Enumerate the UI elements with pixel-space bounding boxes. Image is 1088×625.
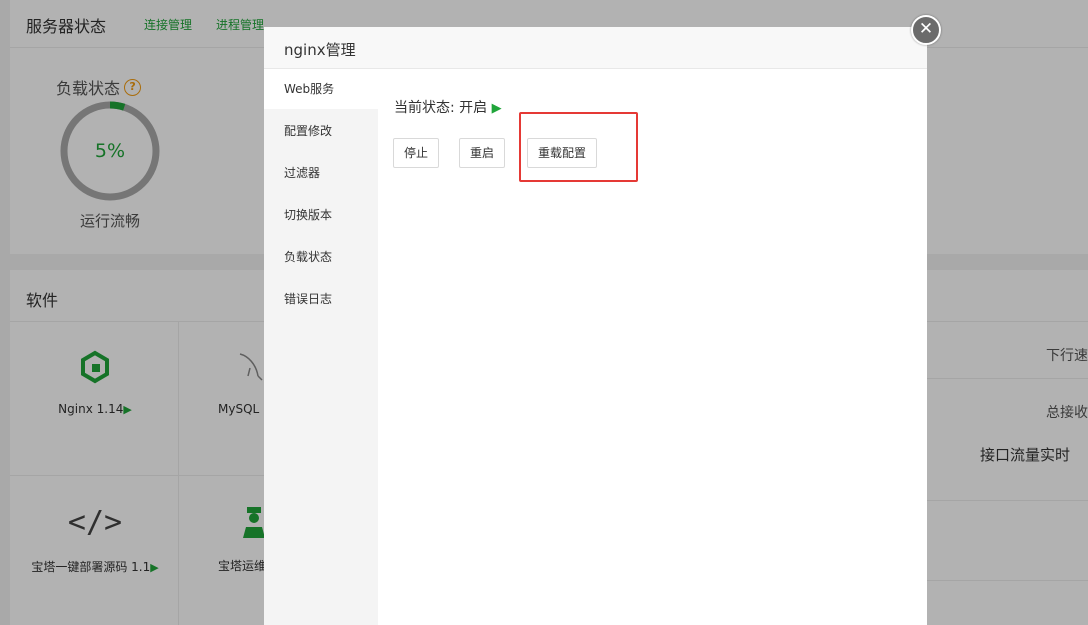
menu-item-web-service[interactable]: Web服务 xyxy=(264,69,378,109)
status-label: 当前状态: xyxy=(394,100,455,116)
close-icon[interactable]: ✕ xyxy=(911,15,941,45)
current-status: 当前状态: 开启 ▶ xyxy=(394,97,502,117)
menu-item-error-log[interactable]: 错误日志 xyxy=(264,279,378,319)
stop-button[interactable]: 停止 xyxy=(393,138,440,168)
modal-title: nginx管理 xyxy=(284,41,356,59)
menu-item-filter[interactable]: 过滤器 xyxy=(264,153,378,193)
modal-header: nginx管理 xyxy=(264,27,927,69)
menu-item-config-edit[interactable]: 配置修改 xyxy=(264,111,378,151)
modal-sidebar: Web服务 配置修改 过滤器 切换版本 负载状态 错误日志 xyxy=(264,69,378,625)
menu-item-switch-version[interactable]: 切换版本 xyxy=(264,195,378,235)
status-play-icon: ▶ xyxy=(491,101,502,116)
restart-button[interactable]: 重启 xyxy=(459,138,506,168)
highlight-box xyxy=(519,112,638,182)
status-value: 开启 xyxy=(459,100,488,116)
menu-item-load-status[interactable]: 负载状态 xyxy=(264,237,378,277)
